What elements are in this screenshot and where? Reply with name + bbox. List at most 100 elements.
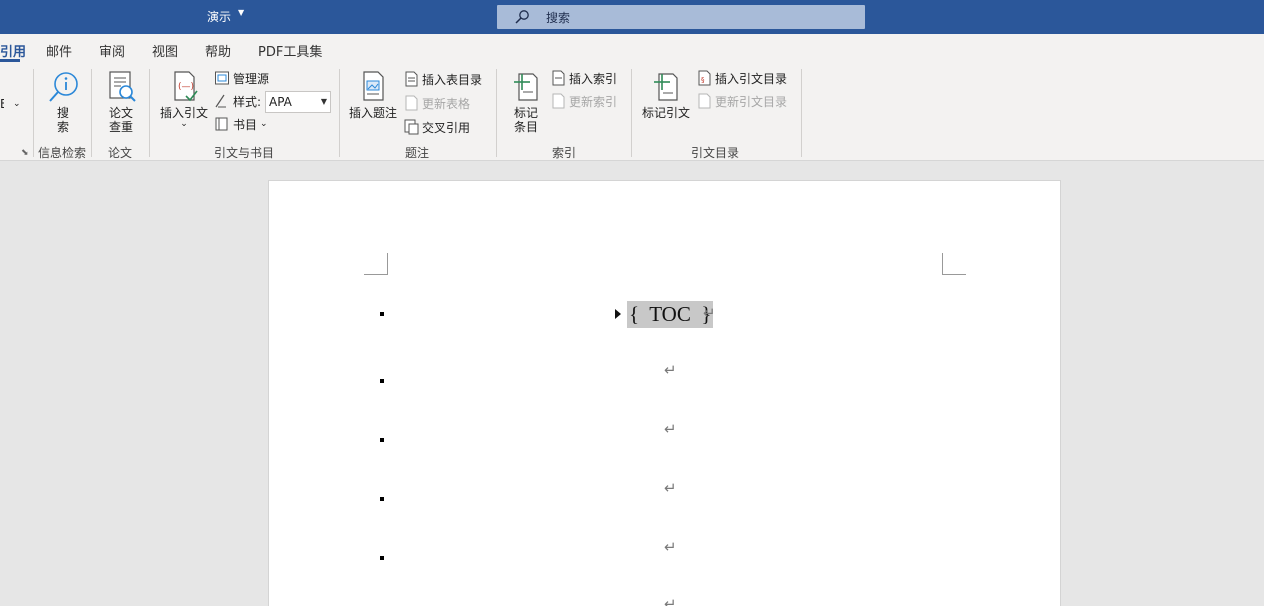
paper-check-label: 论文 查重 (108, 106, 133, 134)
paragraph-mark: ↵ (703, 304, 716, 322)
list-bullet (380, 438, 384, 442)
mark-entry-button[interactable]: 标记 条目 (508, 70, 544, 134)
ribbon-tabs: 引用 邮件 审阅 视图 帮助 PDF工具集 (0, 34, 1264, 63)
insert-citation-label: 插入引文 (159, 106, 208, 120)
separator (149, 69, 150, 157)
cross-reference-icon (404, 119, 419, 135)
mark-citation-button[interactable]: 标记引文 (640, 70, 692, 120)
field-expand-arrow-icon[interactable] (615, 309, 621, 319)
mark-citation-icon (654, 73, 678, 101)
crop-mark-top-right (942, 253, 966, 275)
ribbon: E ⌄ ⬊ 搜 索 信息检索 论文 查重 论文 (—) 插入引文 ⌄ 管理源 样… (0, 63, 1264, 161)
separator (339, 69, 340, 157)
bibliography-button[interactable]: 书目 ⌄ (214, 115, 268, 133)
citation-style-select[interactable]: APA ▼ (265, 91, 331, 113)
active-tab-indicator (0, 59, 20, 62)
paragraph-mark: ↵ (664, 538, 677, 556)
tab-pdf-tools[interactable]: PDF工具集 (258, 41, 322, 60)
update-index-button[interactable]: 更新索引 (551, 92, 617, 110)
mark-entry-icon (514, 73, 538, 101)
insert-table-of-figures-label: 插入表目录 (422, 72, 483, 87)
group-label-citations: 引文与书目 (214, 146, 275, 160)
info-search-icon (49, 72, 78, 102)
paragraph-mark: ↵ (664, 361, 677, 379)
partial-left-label: E (0, 97, 4, 111)
insert-caption-icon (363, 71, 384, 101)
group-label-toa: 引文目录 (691, 146, 740, 160)
update-table-button[interactable]: 更新表格 (404, 94, 470, 112)
paragraph-mark: ↵ (664, 479, 677, 497)
list-bullet (380, 379, 384, 383)
search-icon (515, 10, 529, 24)
title-dropdown-icon[interactable]: ▼ (238, 8, 244, 17)
list-bullet (380, 497, 384, 501)
cross-reference-button[interactable]: 交叉引用 (404, 118, 470, 136)
tab-review[interactable]: 审阅 (99, 41, 125, 60)
insert-toa-icon: § (698, 70, 711, 86)
style-label: 样式: (233, 94, 262, 109)
dialog-launcher-icon[interactable]: ⬊ (21, 148, 29, 158)
insert-citation-icon: (—) (174, 71, 198, 102)
mark-entry-label: 标记 条目 (513, 106, 538, 134)
insert-caption-label: 插入题注 (348, 106, 397, 120)
separator (496, 69, 497, 157)
update-toa-button[interactable]: 更新引文目录 (697, 92, 787, 110)
manage-sources-label: 管理源 (233, 71, 270, 86)
separator (631, 69, 632, 157)
svg-text:(—): (—) (178, 82, 194, 92)
update-table-label: 更新表格 (422, 96, 471, 111)
update-toa-label: 更新引文目录 (715, 94, 788, 109)
search-button-label: 搜 索 (56, 106, 69, 134)
update-index-label: 更新索引 (569, 94, 618, 109)
chevron-down-icon: ⌄ (13, 99, 21, 109)
insert-toa-button[interactable]: § 插入引文目录 (697, 69, 787, 87)
bibliography-icon (215, 117, 228, 131)
insert-table-of-figures-button[interactable]: 插入表目录 (404, 70, 482, 88)
manage-sources-icon (215, 71, 229, 85)
style-label-group: 样式: (214, 92, 261, 110)
group-label-captions: 题注 (405, 146, 430, 160)
update-toa-icon (698, 93, 711, 109)
list-bullet (380, 556, 384, 560)
search-box[interactable]: 搜索 (497, 5, 865, 29)
document-title[interactable]: 演示 (207, 8, 231, 25)
partial-left-button[interactable]: E ⌄ (0, 95, 21, 113)
table-of-figures-icon (405, 71, 418, 87)
chevron-down-icon: ⌄ (260, 119, 268, 129)
insert-index-button[interactable]: 插入索引 (551, 69, 617, 87)
bibliography-label: 书目 (233, 117, 258, 132)
cross-reference-label: 交叉引用 (422, 120, 471, 135)
tab-view[interactable]: 视图 (152, 41, 178, 60)
separator (33, 69, 34, 157)
chevron-down-icon: ⌄ (180, 119, 188, 129)
chevron-down-icon: ▼ (320, 97, 327, 106)
paper-check-icon (109, 71, 136, 102)
tab-references[interactable]: 引用 (0, 41, 26, 60)
citation-style-value: APA (269, 95, 292, 109)
document-page[interactable]: { TOC } ↵ ↵ ↵ ↵ ↵ ↵ (268, 180, 1061, 606)
tab-help[interactable]: 帮助 (205, 41, 231, 60)
style-icon (215, 94, 226, 108)
insert-index-label: 插入索引 (569, 71, 618, 86)
insert-toa-label: 插入引文目录 (715, 71, 788, 86)
group-label-paper: 论文 (108, 146, 133, 160)
search-button[interactable]: 搜 索 (45, 70, 81, 134)
manage-sources-button[interactable]: 管理源 (214, 69, 269, 87)
insert-caption-button[interactable]: 插入题注 (347, 70, 399, 120)
separator (91, 69, 92, 157)
group-label-index: 索引 (552, 146, 577, 160)
crop-mark-top-left (364, 253, 388, 275)
update-table-icon (405, 95, 418, 111)
paragraph-mark: ↵ (664, 595, 677, 606)
toc-field-code[interactable]: { TOC } (627, 301, 714, 328)
update-index-icon (552, 93, 565, 109)
separator (801, 69, 802, 157)
paragraph-mark: ↵ (664, 420, 677, 438)
paper-check-button[interactable]: 论文 查重 (103, 70, 139, 134)
tab-mailings[interactable]: 邮件 (46, 41, 72, 60)
svg-text:§: § (701, 76, 705, 84)
search-placeholder: 搜索 (546, 11, 571, 25)
insert-index-icon (552, 70, 565, 86)
list-bullet (380, 312, 384, 316)
insert-citation-button[interactable]: (—) 插入引文 ⌄ (158, 70, 210, 129)
